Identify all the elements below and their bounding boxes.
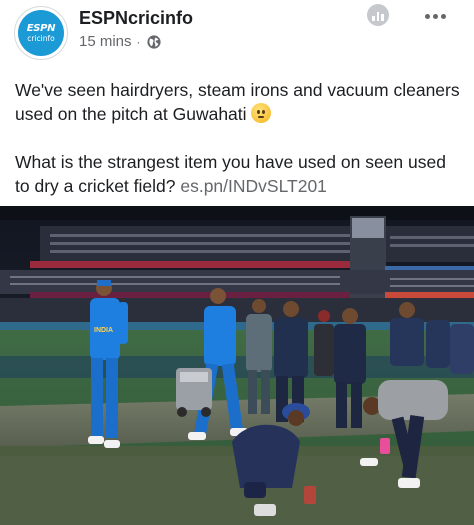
- confused-face-emoji-icon: [250, 103, 271, 123]
- post-paragraph-2: What is the strangest item you have used…: [15, 150, 465, 198]
- post-body: We've seen hairdryers, steam irons and v…: [15, 78, 465, 198]
- stadium-scene: INDIA: [0, 206, 474, 525]
- post-timestamp[interactable]: 15 mins: [79, 33, 132, 50]
- logo-text-top: ESPN: [26, 22, 56, 34]
- stats-icon[interactable]: [367, 4, 389, 26]
- more-options-icon[interactable]: [425, 14, 446, 19]
- globe-icon[interactable]: [146, 34, 162, 50]
- espncricinfo-logo: ESPN cricinfo: [18, 10, 64, 56]
- meta-separator: ·: [136, 34, 141, 49]
- drying-machine: [176, 368, 212, 417]
- post-header: ESPN cricinfo ESPNcricinfo 15 mins ·: [0, 0, 474, 66]
- cricket-pitch-drying-photo[interactable]: INDIA: [0, 206, 474, 525]
- post-meta: 15 mins ·: [79, 33, 162, 50]
- page-avatar[interactable]: ESPN cricinfo: [14, 6, 68, 60]
- post-paragraph-1: We've seen hairdryers, steam irons and v…: [15, 78, 465, 126]
- post-link[interactable]: es.pn/INDvSLT201: [180, 176, 327, 196]
- page-name-link[interactable]: ESPNcricinfo: [79, 8, 193, 29]
- post-text-1: We've seen hairdryers, steam irons and v…: [15, 80, 460, 124]
- jersey-text: INDIA: [94, 327, 113, 334]
- logo-text-bottom: cricinfo: [27, 33, 55, 43]
